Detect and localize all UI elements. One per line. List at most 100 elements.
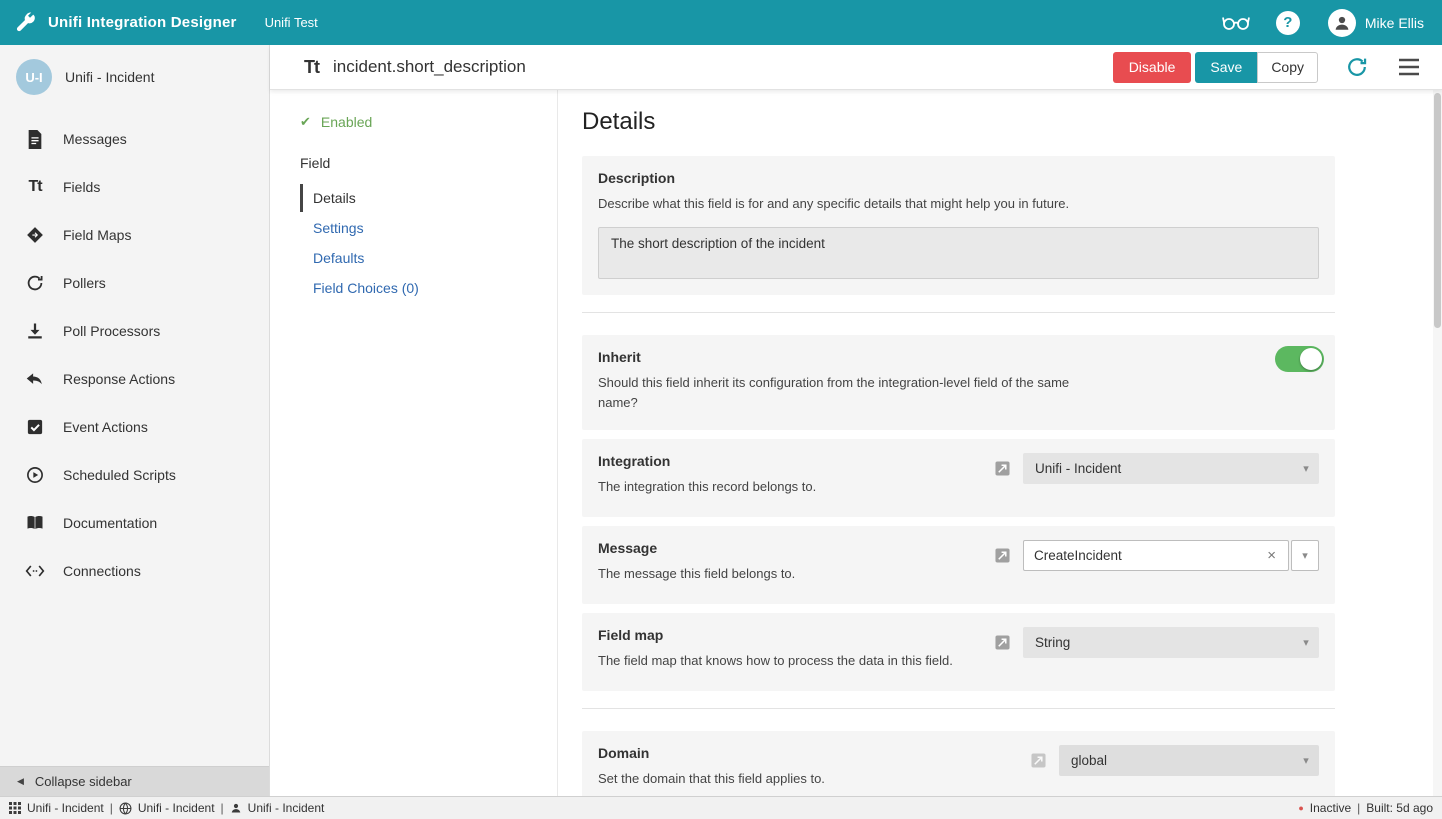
description-textarea: The short description of the incident xyxy=(598,227,1319,279)
message-open-record-icon[interactable] xyxy=(995,548,1010,563)
field-maps-icon xyxy=(25,226,45,244)
status-link-label: Unifi - Incident xyxy=(248,801,325,815)
integration-open-record-icon[interactable] xyxy=(995,461,1010,476)
field-map-value: String xyxy=(1035,635,1070,650)
event-actions-icon xyxy=(25,418,45,436)
person-icon xyxy=(230,802,242,814)
sidebar-item-messages[interactable]: Messages xyxy=(0,115,269,163)
sidebar-item-documentation[interactable]: Documentation xyxy=(0,499,269,547)
status-bar-right: ● Inactive | Built: 5d ago xyxy=(1298,801,1433,815)
fields-icon: Tt xyxy=(25,178,45,196)
sidebar-item-pollers[interactable]: Pollers xyxy=(0,259,269,307)
field-map-select: String ▾ xyxy=(1023,627,1319,658)
status-bar: Unifi - Incident | Unifi - Incident | Un… xyxy=(0,796,1442,819)
enabled-label: Enabled xyxy=(321,114,372,130)
inherit-field-card: Inherit Should this field inherit its co… xyxy=(582,335,1335,430)
inherit-help: Should this field inherit its configurat… xyxy=(598,373,1078,413)
sidebar-item-poll-processors[interactable]: Poll Processors xyxy=(0,307,269,355)
sidebar-item-event-actions[interactable]: Event Actions xyxy=(0,403,269,451)
domain-value: global xyxy=(1071,753,1107,768)
chevron-down-icon: ▾ xyxy=(1293,462,1319,475)
domain-label: Domain xyxy=(598,745,1031,761)
app-window: Unifi Integration Designer Unifi Test ? … xyxy=(0,0,1442,819)
messages-icon xyxy=(25,130,45,149)
collapse-sidebar-label: Collapse sidebar xyxy=(35,774,132,789)
scrollbar-thumb[interactable] xyxy=(1434,93,1441,328)
message-help: The message this field belongs to. xyxy=(598,564,995,584)
app-title: Unifi Integration Designer xyxy=(48,14,237,31)
check-icon: ✔ xyxy=(300,114,311,130)
documentation-icon xyxy=(25,514,45,532)
refresh-icon[interactable] xyxy=(1346,56,1368,78)
inactive-dot-icon: ● xyxy=(1298,803,1303,813)
field-type-icon: Tt xyxy=(304,57,319,78)
status-link-environment[interactable]: Unifi - Incident xyxy=(119,801,215,815)
inherit-toggle[interactable] xyxy=(1275,346,1324,372)
menu-icon[interactable] xyxy=(1398,58,1420,76)
field-map-open-record-icon[interactable] xyxy=(995,635,1010,650)
scheduled-scripts-icon xyxy=(25,466,45,484)
subnav-item-field-choices[interactable]: Field Choices (0) xyxy=(300,274,557,302)
record-header: Tt incident.short_description Disable Sa… xyxy=(270,45,1442,90)
integration-label: Integration xyxy=(598,453,995,469)
environment-link[interactable]: Unifi Test xyxy=(265,15,318,30)
status-link-user[interactable]: Unifi - Incident xyxy=(230,801,325,815)
sidebar-item-label: Scheduled Scripts xyxy=(63,467,176,483)
sidebar-item-scheduled-scripts[interactable]: Scheduled Scripts xyxy=(0,451,269,499)
message-combobox-field[interactable]: CreateIncident × xyxy=(1023,540,1289,571)
status-link-integration[interactable]: Unifi - Incident xyxy=(9,801,104,815)
description-label: Description xyxy=(598,170,1319,186)
sidebar-item-response-actions[interactable]: Response Actions xyxy=(0,355,269,403)
collapse-sidebar-button[interactable]: ◀ Collapse sidebar xyxy=(0,766,269,796)
status-link-label: Unifi - Incident xyxy=(27,801,104,815)
glasses-icon[interactable] xyxy=(1222,14,1250,31)
message-field-card: Message The message this field belongs t… xyxy=(582,526,1335,604)
section-divider xyxy=(582,312,1335,313)
sidebar-item-connections[interactable]: Connections xyxy=(0,547,269,595)
message-dropdown-button[interactable]: ▾ xyxy=(1291,540,1319,571)
integration-field-card: Integration The integration this record … xyxy=(582,439,1335,517)
integration-header[interactable]: U-I Unifi - Incident xyxy=(0,45,269,107)
disable-button[interactable]: Disable xyxy=(1113,52,1192,83)
separator: | xyxy=(1357,801,1360,815)
sidebar-item-label: Pollers xyxy=(63,275,106,291)
sidebar-item-field-maps[interactable]: Field Maps xyxy=(0,211,269,259)
sidebar-item-label: Connections xyxy=(63,563,141,579)
subnav-item-defaults[interactable]: Defaults xyxy=(300,244,557,272)
message-value: CreateIncident xyxy=(1034,548,1122,563)
message-combobox[interactable]: CreateIncident × ▾ xyxy=(1023,540,1319,571)
enabled-status: ✔ Enabled xyxy=(300,114,557,130)
chevron-down-icon: ▾ xyxy=(1302,549,1308,562)
user-name[interactable]: Mike Ellis xyxy=(1365,15,1424,31)
clear-icon[interactable]: × xyxy=(1265,547,1278,564)
sidebar-item-label: Fields xyxy=(63,179,100,195)
field-map-label: Field map xyxy=(598,627,995,643)
collapse-arrow-icon: ◀ xyxy=(17,776,24,787)
record-subnav: ✔ Enabled Field Details Settings Default… xyxy=(270,90,558,796)
domain-open-record-icon[interactable] xyxy=(1031,753,1046,768)
save-button[interactable]: Save xyxy=(1195,52,1257,83)
workspace: ✔ Enabled Field Details Settings Default… xyxy=(270,90,1442,796)
status-link-label: Unifi - Incident xyxy=(138,801,215,815)
sidebar-item-fields[interactable]: Tt Fields xyxy=(0,163,269,211)
description-field-card: Description Describe what this field is … xyxy=(582,156,1335,295)
help-icon[interactable]: ? xyxy=(1276,11,1300,35)
sidebar-item-label: Poll Processors xyxy=(63,323,160,339)
page-title: Details xyxy=(582,108,1442,136)
poll-processors-icon xyxy=(25,322,45,340)
details-form: Details Description Describe what this f… xyxy=(558,90,1442,796)
user-avatar[interactable] xyxy=(1328,9,1356,37)
app-logo-wrench-icon xyxy=(14,12,36,34)
subnav-item-details[interactable]: Details xyxy=(300,184,557,212)
toggle-knob xyxy=(1300,348,1322,370)
globe-icon xyxy=(119,802,132,815)
domain-field-card: Domain Set the domain that this field ap… xyxy=(582,731,1335,796)
copy-button[interactable]: Copy xyxy=(1257,52,1318,83)
subnav-item-settings[interactable]: Settings xyxy=(300,214,557,242)
built-label: Built: 5d ago xyxy=(1366,801,1433,815)
subnav-group-label: Field xyxy=(300,155,557,171)
integration-name: Unifi - Incident xyxy=(65,69,154,85)
domain-select: global ▾ xyxy=(1059,745,1319,776)
inactive-label: Inactive xyxy=(1310,801,1351,815)
separator: | xyxy=(221,801,224,815)
